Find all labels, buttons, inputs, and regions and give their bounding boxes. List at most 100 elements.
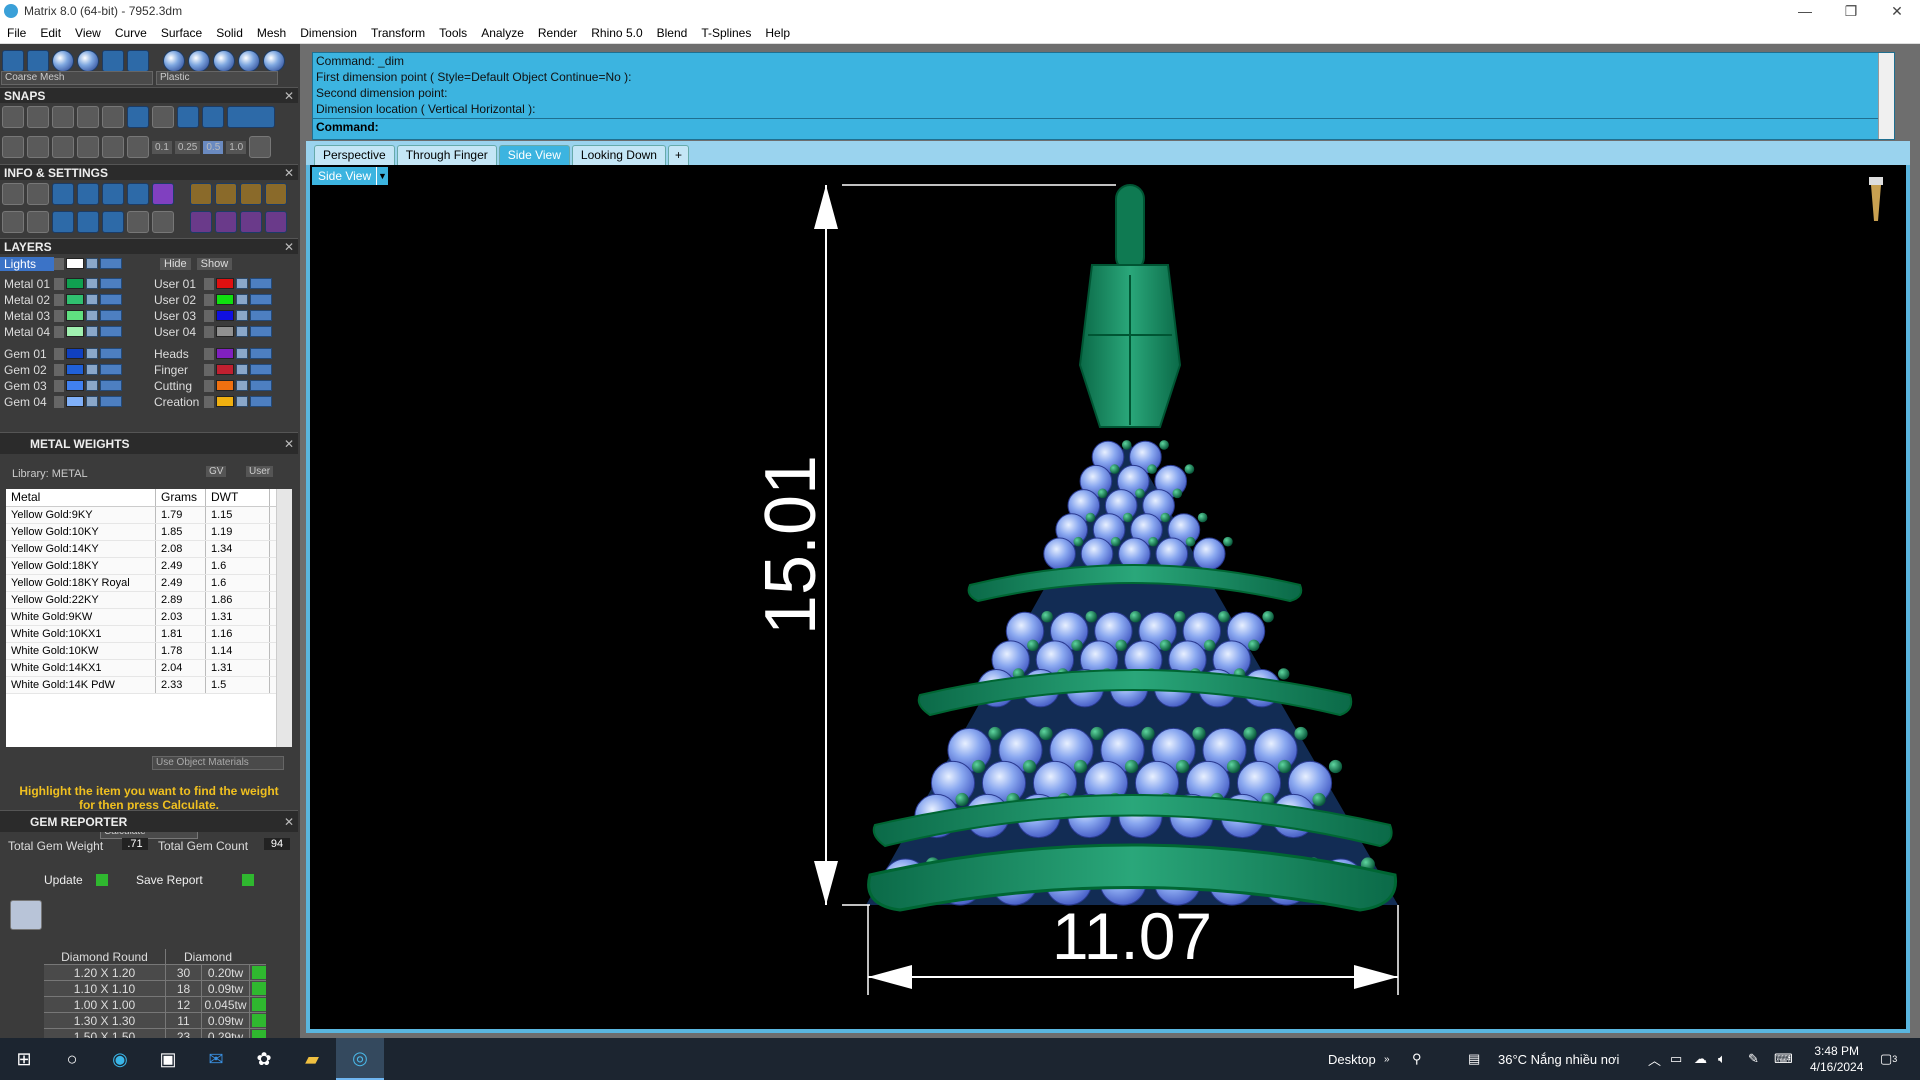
color-swatch[interactable] <box>216 278 234 289</box>
table-row[interactable]: White Gold:10KW 1.78 1.14 <box>6 643 292 660</box>
snap-tangent-icon[interactable] <box>127 106 149 128</box>
color-swatch[interactable] <box>216 326 234 337</box>
lock-icon[interactable] <box>236 380 248 391</box>
lock-icon[interactable] <box>86 278 98 289</box>
expand-icon[interactable] <box>204 347 214 360</box>
chevron-icon[interactable]: » <box>1384 1038 1390 1080</box>
lock-icon[interactable] <box>236 294 248 305</box>
menu-surface[interactable]: Surface <box>154 26 209 40</box>
search-icon[interactable]: ○ <box>48 1038 96 1080</box>
tray-arrow-icon[interactable]: ︿ <box>1648 1038 1661 1080</box>
layer-row[interactable]: Cutting <box>150 378 272 393</box>
command-input[interactable]: Command: <box>313 118 1894 135</box>
lock-icon[interactable] <box>236 364 248 375</box>
weather-icon[interactable]: ▤ <box>1468 1038 1480 1080</box>
tool-icon[interactable] <box>215 211 237 233</box>
visibility-toggle[interactable] <box>100 380 122 391</box>
layer-row[interactable]: User 02 <box>150 292 272 307</box>
material-select[interactable]: Plastic <box>156 71 278 85</box>
folder-icon[interactable]: ▰ <box>288 1038 336 1080</box>
expand-icon[interactable] <box>54 277 64 290</box>
material-sphere-icon[interactable] <box>188 50 210 72</box>
visibility-toggle[interactable] <box>100 364 122 375</box>
volume-icon[interactable]: 🔈︎ <box>1718 1038 1726 1080</box>
close-icon[interactable]: ✕ <box>284 88 294 104</box>
snap-perp-icon[interactable] <box>102 106 124 128</box>
table-row[interactable]: White Gold:14KX1 2.04 1.31 <box>6 660 292 677</box>
expand-icon[interactable] <box>54 309 64 322</box>
visibility-toggle[interactable] <box>250 348 272 359</box>
table-row[interactable]: White Gold:10KX1 1.81 1.16 <box>6 626 292 643</box>
expand-icon[interactable] <box>204 325 214 338</box>
visibility-toggle[interactable] <box>250 326 272 337</box>
color-swatch[interactable] <box>216 380 234 391</box>
layer-row[interactable]: User 03 <box>150 308 272 323</box>
color-swatch[interactable] <box>66 326 84 337</box>
material-sphere-icon[interactable] <box>238 50 260 72</box>
store-icon[interactable]: ▣ <box>144 1038 192 1080</box>
snap-center-icon[interactable] <box>152 106 174 128</box>
zoom-icon[interactable] <box>27 183 49 205</box>
edit-icon[interactable] <box>127 183 149 205</box>
material-sphere-icon[interactable] <box>213 50 235 72</box>
visibility-toggle[interactable] <box>250 380 272 391</box>
grid-view-icon[interactable] <box>2 211 24 233</box>
pen-icon[interactable]: ✎ <box>1748 1038 1759 1080</box>
menu-transform[interactable]: Transform <box>364 26 432 40</box>
layer-row[interactable]: Metal 04 <box>0 324 122 339</box>
visibility-toggle[interactable] <box>100 310 122 321</box>
gem-row[interactable]: 1.20 X 1.20 30 0.20tw <box>44 965 266 981</box>
keyboard-icon[interactable]: ⌨ <box>1774 1038 1793 1080</box>
grid-settings-icon[interactable] <box>249 136 272 158</box>
color-swatch[interactable] <box>66 310 84 321</box>
layer-row[interactable]: Gem 04 <box>0 394 122 409</box>
layer-row[interactable]: Creation <box>150 394 272 409</box>
color-swatch[interactable] <box>66 380 84 391</box>
add-tab-icon[interactable]: + <box>667 145 689 165</box>
table-row[interactable]: Yellow Gold:14KY 2.08 1.34 <box>6 541 292 558</box>
report-icon[interactable] <box>152 211 174 233</box>
expand-icon[interactable] <box>204 379 214 392</box>
go-icon[interactable] <box>252 998 266 1011</box>
menu-help[interactable]: Help <box>758 26 797 40</box>
gem-icon[interactable] <box>152 183 174 205</box>
render-sphere-icon[interactable] <box>77 50 99 72</box>
menu-tsplines[interactable]: T-Splines <box>694 26 758 40</box>
lock-icon[interactable] <box>236 278 248 289</box>
gem-row[interactable]: 1.00 X 1.00 12 0.045tw <box>44 997 266 1013</box>
layer-row[interactable]: User 01 <box>150 276 272 291</box>
layout-icon[interactable] <box>127 50 149 72</box>
table-row[interactable]: Yellow Gold:18KY 2.49 1.6 <box>6 558 292 575</box>
menu-rhino[interactable]: Rhino 5.0 <box>584 26 649 40</box>
shaded-icon[interactable] <box>27 50 49 72</box>
expand-icon[interactable] <box>54 257 64 270</box>
tool-icon[interactable] <box>265 183 287 205</box>
menu-blend[interactable]: Blend <box>650 26 695 40</box>
color-swatch[interactable] <box>66 278 84 289</box>
clock[interactable]: 3:48 PM 4/16/2024 <box>1810 1038 1863 1080</box>
menu-mesh[interactable]: Mesh <box>250 26 293 40</box>
menu-tools[interactable]: Tools <box>432 26 474 40</box>
snap-curve-icon[interactable] <box>27 106 49 128</box>
box-icon[interactable] <box>77 183 99 205</box>
close-button[interactable]: ✕ <box>1874 0 1920 22</box>
table-row[interactable]: White Gold:9KW 2.03 1.31 <box>6 609 292 626</box>
lock-icon[interactable] <box>236 348 248 359</box>
notification-icon[interactable]: ▢ 3 <box>1880 1038 1897 1080</box>
snap-end-icon[interactable] <box>2 106 24 128</box>
color-swatch[interactable] <box>216 348 234 359</box>
planar-icon[interactable] <box>127 136 149 158</box>
matrix-app-icon[interactable]: ◎ <box>336 1038 384 1080</box>
material-sphere-icon[interactable] <box>163 50 185 72</box>
expand-icon[interactable] <box>54 379 64 392</box>
tab-through-finger[interactable]: Through Finger <box>396 145 497 165</box>
command-scrollbar[interactable] <box>1878 53 1894 139</box>
menu-view[interactable]: View <box>68 26 108 40</box>
desktop-toolbar[interactable]: Desktop <box>1328 1038 1376 1080</box>
table-row[interactable]: Yellow Gold:9KY 1.79 1.15 <box>6 507 292 524</box>
show-button[interactable]: Show <box>196 257 233 270</box>
shape-icon[interactable] <box>77 211 99 233</box>
close-icon[interactable]: ✕ <box>284 433 294 455</box>
save-report-button[interactable]: Save Report <box>136 873 203 887</box>
layer-row[interactable]: Metal 01 <box>0 276 122 291</box>
